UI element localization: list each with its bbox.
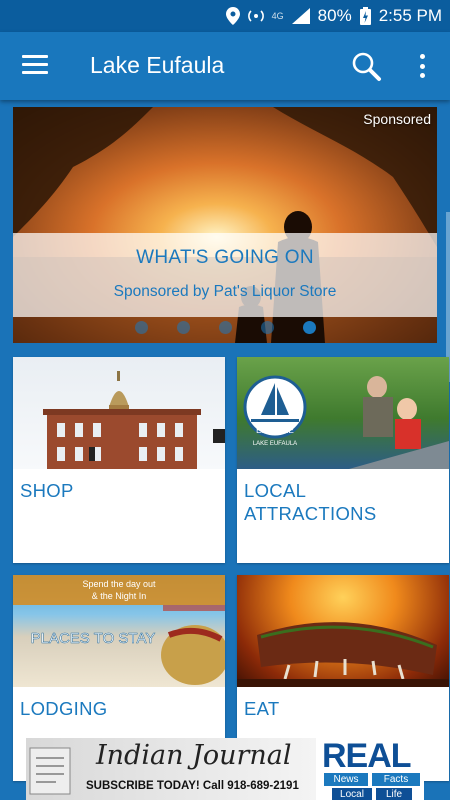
shop-image [13,357,225,469]
sponsored-tag: Sponsored [363,111,431,127]
tile-label: LOCAL ATTRACTIONS [244,480,377,524]
network-type: 4G [271,11,284,21]
ad-title: Indian Journal [96,740,292,771]
real-news-logo: REAL News Facts Local Life [322,738,424,800]
search-icon[interactable] [350,50,382,82]
clock: 2:55 PM [378,6,442,25]
carousel-indicator [135,321,345,334]
hero-carousel[interactable]: Sponsored WHAT'S GOING ON Sponsored by P… [13,107,437,343]
ad-banner[interactable]: Indian Journal SUBSCRIBE TODAY! Call 918… [26,738,424,800]
carousel-dot[interactable] [135,321,148,334]
lodging-image: Spend the day out & the Night In PLACES … [13,575,225,687]
location-icon [225,7,240,25]
indian-journal-ad: Indian Journal SUBSCRIBE TODAY! Call 918… [26,738,316,800]
tile-label: EAT [244,698,280,719]
lake-eufaula-logo-text: LAKE EUFAULA [253,441,297,447]
ad-chip: Local [332,788,372,800]
app-bar: Lake Eufaula [0,32,450,100]
lodging-image-text-1: Spend the day out [82,579,156,589]
tile-shop[interactable]: SHOP [13,357,225,563]
battery-percent: 80% [317,6,352,25]
carousel-dot[interactable] [219,321,232,334]
hotspot-icon [247,8,264,24]
ad-chip: Facts [372,773,420,786]
carousel-dot[interactable] [177,321,190,334]
status-bar: 4G 80% 2:55 PM [0,0,450,32]
carousel-dot-active[interactable] [303,321,316,334]
lodging-image-text-2: & the Night In [92,591,147,601]
hero-subtitle: Sponsored by Pat's Liquor Store [113,283,337,300]
more-vert-icon[interactable] [412,52,432,80]
ad-brand: REAL [322,738,412,775]
ad-subscribe-line: SUBSCRIBE TODAY! Call 918-689-2191 [86,780,299,792]
tile-label: SHOP [20,480,74,501]
lodging-image-text-3: PLACES TO STAY [31,630,156,647]
ad-chip: Life [376,788,412,800]
eat-image [237,575,449,687]
app-title: Lake Eufaula [90,52,225,78]
battery-charging-icon [359,7,371,25]
local-attractions-image: EXPLORE LAKE EUFAULA [237,357,449,469]
tile-label: LODGING [20,698,108,719]
tile-local-attractions[interactable]: EXPLORE LAKE EUFAULA LOCAL ATTRACTIONS [237,357,449,563]
hero-title: WHAT'S GOING ON [136,247,314,268]
newspaper-icon [29,747,71,795]
hero-caption: WHAT'S GOING ON Sponsored by Pat's Liquo… [13,233,437,317]
carousel-dot[interactable] [261,321,274,334]
hamburger-menu-icon[interactable] [22,55,48,77]
explore-logo-text: EXPLORE [256,426,294,435]
ad-chip: News [324,773,368,786]
signal-icon [291,8,310,24]
